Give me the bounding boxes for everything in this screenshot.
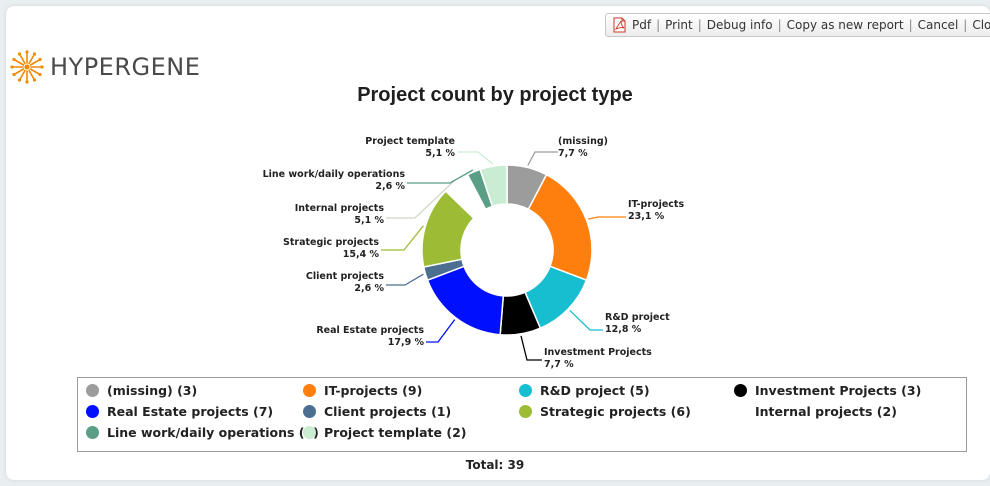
legend-item[interactable]: Investment Projects (3) <box>734 383 921 398</box>
slice-label-name: Client projects <box>306 271 384 282</box>
slice-label-percent: 15,4 % <box>343 249 380 260</box>
slice-label-percent: 23,1 % <box>628 211 665 222</box>
label-leader-line <box>527 151 558 166</box>
slice-label-percent: 2,6 % <box>354 283 384 294</box>
legend-label: (missing) (3) <box>107 383 198 398</box>
label-leader-line <box>426 319 456 343</box>
slice-label-percent: 5,1 % <box>354 215 384 226</box>
slice-label-name: Project template <box>365 136 455 147</box>
legend-swatch <box>86 405 99 418</box>
legend-swatch <box>519 405 532 418</box>
slice-label-percent: 7,7 % <box>544 359 574 370</box>
legend-label: Line work/daily operations (1) <box>107 425 319 440</box>
legend-item[interactable]: R&D project (5) <box>519 383 650 398</box>
legend-swatch <box>519 384 532 397</box>
legend-swatch <box>734 384 747 397</box>
legend-swatch <box>734 405 747 418</box>
legend-label: R&D project (5) <box>540 383 650 398</box>
slice-label-name: (missing) <box>558 136 608 147</box>
slice-label-name: Strategic projects <box>283 237 379 248</box>
legend-item[interactable]: IT-projects (9) <box>303 383 422 398</box>
slice-label-name: Investment Projects <box>544 347 652 358</box>
legend-label: Strategic projects (6) <box>540 404 691 419</box>
slice-label-name: R&D project <box>605 312 670 323</box>
label-leader-line <box>386 273 424 286</box>
legend-item[interactable]: Client projects (1) <box>303 404 451 419</box>
legend-label: IT-projects (9) <box>324 383 423 398</box>
slice-label-percent: 2,6 % <box>375 181 405 192</box>
legend-label: Investment Projects (3) <box>755 383 922 398</box>
legend-swatch <box>303 405 316 418</box>
slice-label-name: Real Estate projects <box>316 325 424 336</box>
legend-item[interactable]: (missing) (3) <box>86 383 197 398</box>
slice-label-name: Line work/daily operations <box>263 169 406 180</box>
legend-swatch <box>86 426 99 439</box>
slice-label-percent: 17,9 % <box>388 337 425 348</box>
legend-swatch <box>303 426 316 439</box>
donut-slice <box>527 173 593 282</box>
legend-label: Project template (2) <box>324 425 467 440</box>
slice-label-name: Internal projects <box>295 203 385 214</box>
label-leader-line <box>520 335 542 361</box>
legend-swatch <box>303 384 316 397</box>
total-count: Total: 39 <box>465 458 525 472</box>
slice-label-name: IT-projects <box>628 199 684 210</box>
legend-item[interactable]: Internal projects (2) <box>734 404 897 419</box>
legend-item[interactable]: Real Estate projects (7) <box>86 404 273 419</box>
label-leader-line <box>458 151 494 165</box>
label-leader-line <box>569 309 603 331</box>
legend-item[interactable]: Strategic projects (6) <box>519 404 691 419</box>
chart-legend: (missing) (3) IT-projects (9) R&D project … <box>77 377 967 452</box>
legend-swatch <box>86 384 99 397</box>
legend-label: Client projects (1) <box>324 404 452 419</box>
label-leader-line <box>381 225 424 251</box>
legend-item[interactable]: Line work/daily operations (1) <box>86 425 319 440</box>
slice-label-percent: 5,1 % <box>425 148 455 159</box>
legend-label: Internal projects (2) <box>755 404 897 419</box>
label-leader-line <box>588 216 626 220</box>
slice-label-percent: 12,8 % <box>605 324 642 335</box>
legend-label: Real Estate projects (7) <box>107 404 274 419</box>
legend-item[interactable]: Project template (2) <box>303 425 467 440</box>
slice-label-percent: 7,7 % <box>558 148 588 159</box>
